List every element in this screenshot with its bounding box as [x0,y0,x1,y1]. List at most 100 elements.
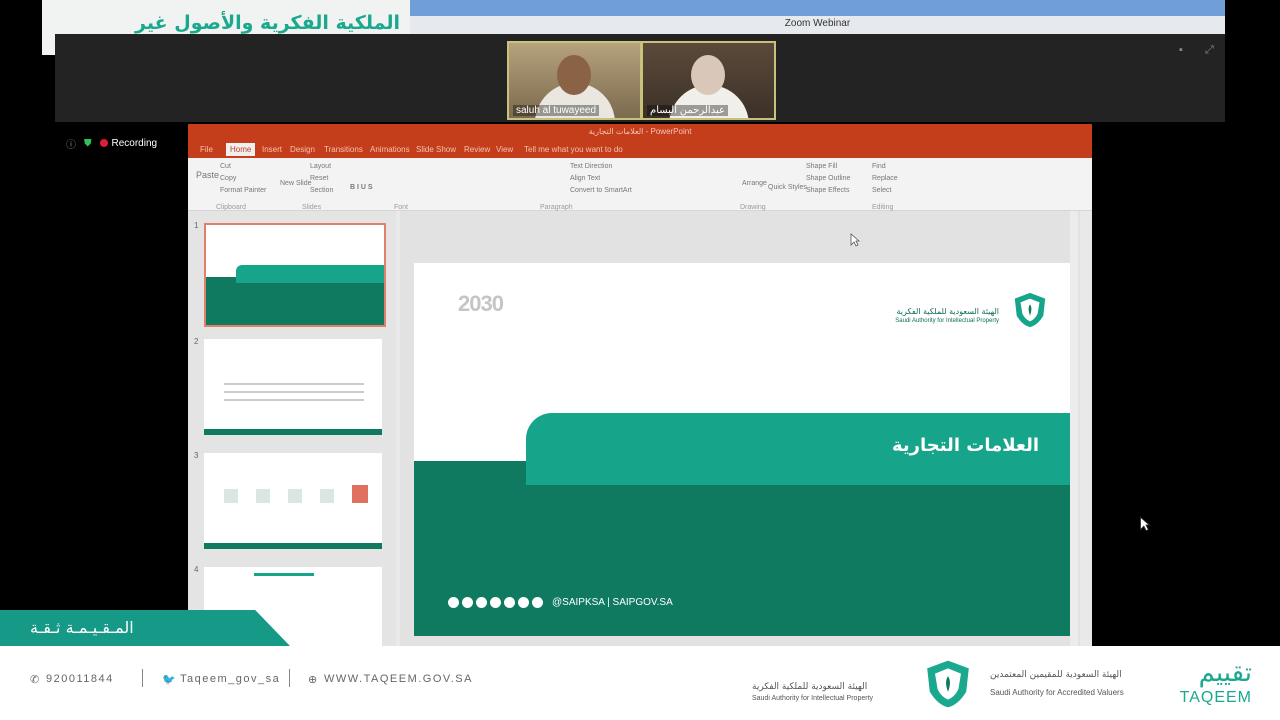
format-painter-button[interactable]: Format Painter [220,187,266,194]
thumb-icon [288,489,302,503]
phone-icon: ✆ [30,674,41,686]
vision-2030-logo: 2030 [458,291,504,316]
video-tile-participant-1[interactable]: saluh al tuwayeed [507,41,642,120]
thumb-band [236,265,384,283]
select-button[interactable]: Select [872,187,891,194]
video-icon [518,597,529,608]
saip-emblem-icon [1014,292,1046,328]
replace-button[interactable]: Replace [872,175,898,182]
font-style-buttons[interactable]: B I U S [350,184,373,191]
thumb-icon [320,489,334,503]
tell-me-search[interactable]: Tell me what you want to do [524,145,623,154]
tagline-text: المـقـيـمـة ثـقـة [30,618,134,637]
taqeem-authority-english: Saudi Authority for Accredited Valuers [990,688,1124,697]
tab-view[interactable]: View [496,145,513,154]
find-button[interactable]: Find [872,163,886,170]
branding-footer: ✆ 920011844 🐦 Taqeem_gov_sa ⊕ WWW.TAQEEM… [0,646,1280,720]
participant-face [691,55,725,95]
shape-outline-button[interactable]: Shape Outline [806,175,850,182]
ribbon-home: Paste Cut Copy Format Painter New Slide … [188,158,1092,211]
video-tile-participant-2[interactable]: عبدالرحمن البسام [641,41,776,120]
cut-button[interactable]: Cut [220,163,231,170]
globe-icon: ⊕ [308,674,319,686]
info-icon[interactable]: ⓘ [66,136,76,151]
thumb-number: 3 [194,451,199,460]
facebook-icon [448,597,459,608]
quick-styles-button[interactable]: Quick Styles [768,184,807,191]
thumb-number: 4 [194,565,199,574]
fullscreen-icon[interactable]: ⤢ [1205,44,1217,56]
saip-name-arabic: الهيئة السعودية للملكية الفكرية [752,682,868,692]
tab-review[interactable]: Review [464,145,490,154]
tab-animations[interactable]: Animations [370,145,410,154]
tab-home[interactable]: Home [226,143,256,156]
reset-button[interactable]: Reset [310,175,328,182]
group-paragraph: Paragraph [540,204,573,211]
phone-number: 920011844 [46,673,114,685]
zoom-window-title: Zoom Webinar [784,18,851,29]
recording-label: Recording [111,137,158,149]
shield-icon[interactable]: ⛊ [84,138,92,149]
convert-smartart-button[interactable]: Convert to SmartArt [570,187,632,194]
divider [289,669,290,687]
recording-indicator[interactable]: Recording [99,137,158,149]
arrange-button[interactable]: Arrange [742,180,767,187]
tab-file[interactable]: File [200,145,213,154]
participant-name: عبدالرحمن البسام [647,105,728,116]
ppt-titlebar: العلامات التجارية - PowerPoint [188,124,1092,142]
divider [142,669,143,687]
taqeem-authority-arabic: الهيئة السعودية للمقيمين المعتمدين [990,670,1122,680]
meeting-status-row: ⓘ ⛊ Recording [66,135,157,151]
slide-thumbnail-1[interactable] [204,223,386,327]
current-slide[interactable]: 2030 الهيئة السعودية للملكية الفكرية Sau… [414,263,1075,636]
shape-effects-button[interactable]: Shape Effects [806,187,849,194]
layout-button[interactable]: Layout [310,163,331,170]
vertical-scrollbar[interactable] [1070,211,1078,646]
participant-face [557,55,591,95]
org-name-english: Saudi Authority for Intellectual Propert… [895,318,999,324]
section-button[interactable]: Section [310,187,333,194]
thumb-line [224,383,364,385]
group-clipboard: Clipboard [216,204,246,211]
snapchat-icon [504,597,515,608]
slide-thumbnails-pane: 1 2 3 4 [188,211,396,646]
slide-thumbnail-3[interactable] [204,453,382,549]
text-direction-button[interactable]: Text Direction [570,163,612,170]
participant-name: saluh al tuwayeed [513,105,600,116]
thumb-number: 2 [194,337,199,346]
tab-slide-show[interactable]: Slide Show [416,145,456,154]
titlebar-strip [410,0,1225,16]
tab-insert[interactable]: Insert [262,145,282,154]
website-url: WWW.TAQEEM.GOV.SA [324,673,473,685]
youtube-icon [476,597,487,608]
org-name-arabic: الهيئة السعودية للملكية الفكرية [896,307,1000,316]
saip-name-english: Saudi Authority for Intellectual Propert… [752,695,874,702]
thumb-line [224,391,364,393]
view-icon[interactable]: ▪ [1179,44,1191,56]
twitter-handle: Taqeem_gov_sa [180,673,281,685]
thumb-line [254,573,314,576]
thumb-footer [204,543,382,549]
tab-transitions[interactable]: Transitions [324,145,363,154]
taqeem-logo-english: TAQEEM [1179,689,1252,706]
group-editing: Editing [872,204,894,211]
group-font: Font [394,204,409,211]
paste-button[interactable]: Paste [196,170,219,180]
powerpoint-window: العلامات التجارية - PowerPoint File Home… [188,124,1092,646]
thumb-line [224,399,364,401]
taqeem-logo-arabic: تقييم [1198,658,1252,688]
shape-fill-button[interactable]: Shape Fill [806,163,837,170]
social-handle: @SAIPKSA | SAIPGOV.SA [552,597,673,608]
linkedin-icon [532,597,543,608]
slide-thumbnail-2[interactable] [204,339,382,435]
align-text-button[interactable]: Align Text [570,175,600,182]
thumb-band [206,277,384,325]
new-slide-button[interactable]: New Slide [280,180,312,187]
copy-button[interactable]: Copy [220,175,236,182]
slide-dark-band [414,461,1075,636]
thumb-number: 1 [194,221,199,230]
mouse-cursor-icon [1139,516,1151,532]
tab-design[interactable]: Design [290,145,315,154]
zoom-titlebar: Zoom Webinar [410,0,1225,34]
tagline-bar: المـقـيـمـة ثـقـة [0,610,290,646]
